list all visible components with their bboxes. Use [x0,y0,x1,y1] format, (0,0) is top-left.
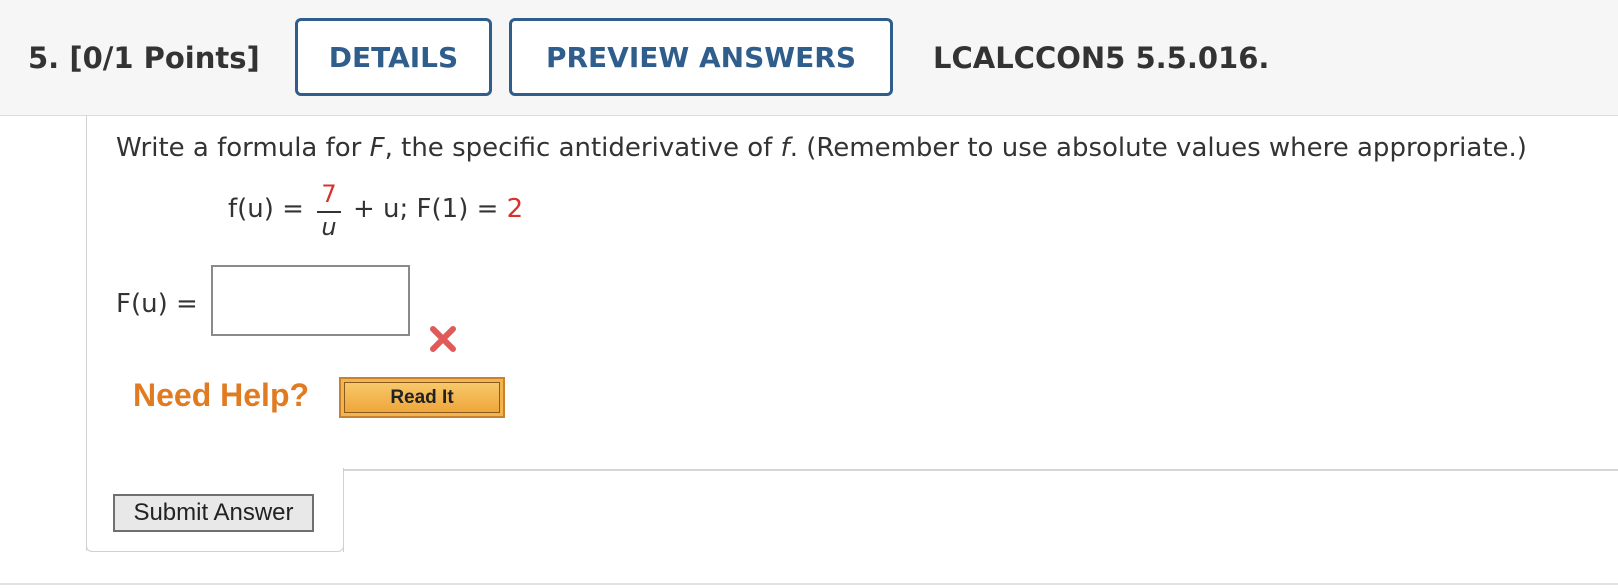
read-it-button[interactable]: Read It [339,377,505,418]
submit-answer-button[interactable]: Submit Answer [113,494,314,532]
question-prompt: Write a formula for F, the specific anti… [116,130,1527,166]
initial-value: 2 [506,194,524,224]
fraction-denominator: u [321,213,337,241]
section-divider [343,469,1618,471]
prompt-f: f [780,133,790,163]
answer-label: F(u) = [116,289,198,319]
previous-answers-button[interactable]: PREVIEW ANSWERS [509,18,893,96]
question-header: 5. [0/1 Points] DETAILS PREVIEW ANSWERS … [0,0,1618,116]
section-divider-vertical [343,469,344,552]
need-help-label: Need Help? [133,377,310,413]
prompt-text-3: . (Remember to use absolute values where… [789,133,1527,163]
bottom-divider [0,583,1618,585]
fraction-numerator: 7 [321,180,337,208]
question-index: 5. [28,41,60,75]
details-button[interactable]: DETAILS [295,18,492,96]
prompt-F: F [369,133,385,163]
question-number: 5. [0/1 Points] [28,38,260,78]
formula-rhs-text: + u; F(1) = [353,194,507,224]
answer-input[interactable] [211,265,410,336]
points-label: [0/1 Points] [69,41,260,75]
problem-code: LCALCCON5 5.5.016. [933,41,1270,75]
x-mark-icon [430,326,456,352]
prompt-text-1: Write a formula for [116,133,370,163]
prompt-text-2: , the specific antiderivative of [384,133,781,163]
read-it-label: Read It [344,382,500,413]
formula-rhs: + u; F(1) = 2 [353,194,523,224]
fraction: 7 u [317,180,341,244]
formula-lhs: f(u) = [228,194,304,224]
